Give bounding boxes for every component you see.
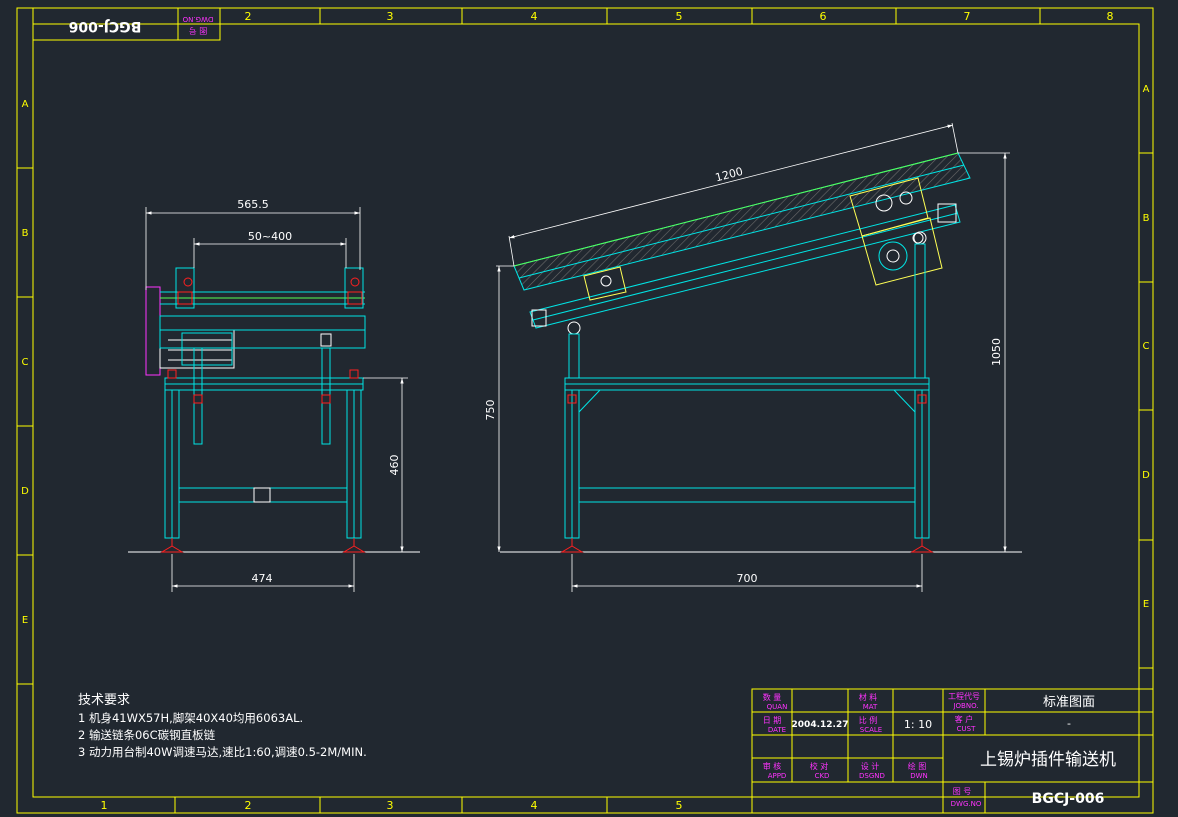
tb-cust-value: -	[1067, 717, 1071, 730]
tb-cust-cn: 客 户	[955, 714, 974, 724]
top-zone-label: 5	[676, 10, 683, 23]
tb-mat-cn: 材 料	[859, 692, 878, 702]
tb-jobno-value: 标准图面	[1043, 695, 1095, 710]
bottom-zone-label: 4	[531, 799, 538, 812]
dim-leg-spacing-side: 700	[737, 572, 758, 585]
notes-item: 2 输送链条06C碳钢直板链	[78, 728, 216, 742]
tb-jobno-cn: 工程代号	[948, 691, 980, 701]
technical-notes: 技术要求 1 机身41WX57H,脚架40X40均用6063AL. 2 输送链条…	[78, 692, 367, 761]
corner-label-en: DWG.NO	[182, 15, 213, 23]
top-zone-label: 6	[820, 10, 827, 23]
bottom-zone-label: 1	[101, 799, 108, 812]
corner-label-cn: 图 号	[189, 26, 208, 35]
left-zone-label: A	[22, 99, 29, 110]
tb-ckd-en: CKD	[815, 772, 830, 780]
right-zone-label: E	[1143, 599, 1149, 610]
right-zone-label: A	[1143, 84, 1150, 95]
tb-drawing-title: 上锡炉插件输送机	[980, 750, 1116, 770]
tb-dsgnd-en: DSGND	[859, 772, 885, 780]
tb-scale-value: 1: 10	[904, 718, 932, 731]
notes-item: 3 动力用台制40W调速马达,速比1:60,调速0.5-2M/MIN.	[78, 745, 367, 759]
tb-date-en: DATE	[768, 726, 786, 734]
top-zone-label: 3	[387, 10, 394, 23]
tb-cust-en: CUST	[957, 725, 976, 733]
tb-dwn-en: DWN	[910, 772, 928, 780]
tb-scale-en: SCALE	[860, 726, 882, 734]
bottom-zone-label: 2	[245, 799, 252, 812]
side-view	[500, 152, 1022, 553]
dim-height-front: 460	[388, 455, 401, 476]
tb-jobno-en: JOBNO.	[952, 702, 978, 710]
tb-appd-en: APPD	[768, 772, 787, 780]
dim-width-range: 50~400	[248, 230, 292, 243]
left-zone-label: D	[21, 486, 29, 497]
top-zone-label: 2	[245, 10, 252, 23]
top-zone-label: 4	[531, 10, 538, 23]
left-zone-label: B	[22, 228, 29, 239]
tb-quan-en: QUAN	[767, 703, 788, 711]
left-zone-label: E	[22, 615, 28, 626]
notes-item: 1 机身41WX57H,脚架40X40均用6063AL.	[78, 711, 304, 725]
top-zone-label: 7	[964, 10, 971, 23]
notes-heading: 技术要求	[78, 693, 131, 708]
tb-mat-en: MAT	[863, 703, 878, 711]
tb-date-value: 2004.12.27	[792, 720, 849, 730]
front-view	[128, 267, 420, 553]
tb-ckd-cn: 校 对	[810, 761, 829, 771]
dim-width-overall: 565.5	[237, 198, 269, 211]
top-zone-label: 8	[1107, 10, 1114, 23]
bottom-zone-label: 3	[387, 799, 394, 812]
tb-dwgno-en: DWG.NO	[951, 800, 982, 808]
dim-height-high: 1050	[990, 338, 1003, 366]
dim-leg-spacing-front: 474	[252, 572, 273, 585]
tb-dwgno-cn: 图 号	[953, 787, 972, 796]
right-zone-label: D	[1142, 470, 1150, 481]
dim-length: 1200	[714, 165, 744, 185]
tb-dsgnd-cn: 设 计	[861, 761, 880, 771]
tb-date-cn: 日 期	[763, 716, 782, 725]
bottom-zone-label: 5	[676, 799, 683, 812]
corner-drawing-number: BGCJ-006	[69, 18, 142, 34]
tb-quan-cn: 数 量	[763, 692, 782, 702]
right-zone-label: C	[1143, 341, 1150, 352]
dim-height-low: 750	[484, 400, 497, 421]
tb-dwgno-value: BGCJ-006	[1032, 791, 1105, 807]
tb-scale-cn: 比 例	[859, 715, 878, 725]
tb-dwn-cn: 绘 图	[908, 761, 927, 771]
left-zone-label: C	[22, 357, 29, 368]
right-zone-label: B	[1143, 213, 1150, 224]
tb-appd-cn: 审 核	[763, 761, 782, 771]
